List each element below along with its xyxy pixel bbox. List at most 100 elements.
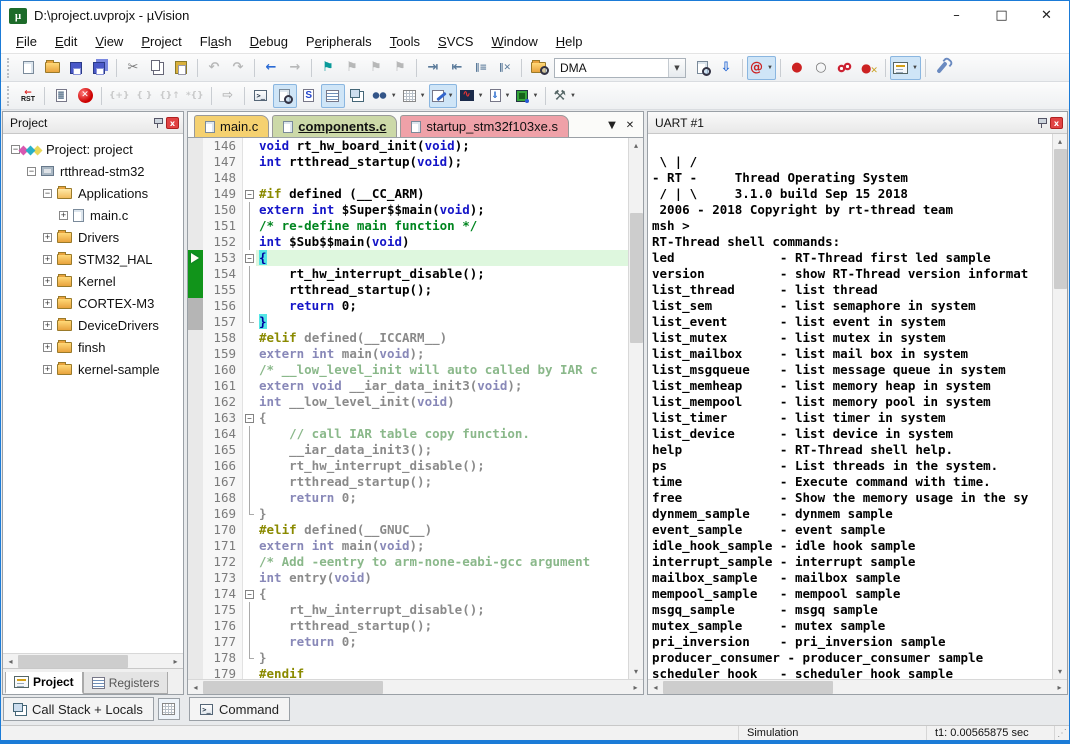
tree-item-drivers[interactable]: +Drivers xyxy=(3,226,183,248)
dropdown-caret-icon[interactable]: ▼ xyxy=(420,93,426,99)
insert-bookmark-button[interactable]: ⚑ xyxy=(316,56,340,80)
disable-all-breakpoints-button[interactable] xyxy=(833,56,857,80)
tree-item-devicedrivers[interactable]: +DeviceDrivers xyxy=(3,314,183,336)
tree-expander[interactable]: + xyxy=(43,365,52,374)
menu-edit[interactable]: Edit xyxy=(46,31,86,52)
tree-item-main-c[interactable]: +main.c xyxy=(3,204,183,226)
find-in-files-button[interactable] xyxy=(526,56,550,80)
reset-button[interactable]: RST xyxy=(16,84,40,108)
menu-view[interactable]: View xyxy=(86,31,132,52)
scroll-right-icon[interactable]: ▸ xyxy=(1052,680,1067,695)
enable-breakpoint-button[interactable]: ○ xyxy=(809,56,833,80)
combo-dropdown-icon[interactable]: ▼ xyxy=(668,59,685,77)
paste-button[interactable] xyxy=(169,56,193,80)
tree-expander[interactable]: + xyxy=(43,343,52,352)
menu-flash[interactable]: Flash xyxy=(191,31,241,52)
tree-item-project-project[interactable]: −Project: project xyxy=(3,138,183,160)
tab-project[interactable]: Project xyxy=(5,672,83,694)
menu-file[interactable]: File xyxy=(7,31,46,52)
fold-collapse-icon[interactable]: − xyxy=(245,190,254,199)
tree-expander[interactable]: + xyxy=(43,321,52,330)
project-windows-button[interactable]: ▼ xyxy=(890,56,921,80)
dropdown-caret-icon[interactable]: ▼ xyxy=(570,93,576,99)
scroll-right-icon[interactable]: ▸ xyxy=(168,654,183,669)
scroll-thumb[interactable] xyxy=(18,655,128,668)
command-window-button[interactable]: >_ xyxy=(249,84,273,108)
tab-list-dropdown-icon[interactable]: ▼ xyxy=(603,117,621,135)
memory-window-button[interactable] xyxy=(158,698,180,720)
editor-tab-components-c[interactable]: components.c xyxy=(272,115,397,137)
undo-button[interactable]: ↶ xyxy=(202,56,226,80)
next-bookmark-button[interactable]: ⚑ xyxy=(364,56,388,80)
editor-hscrollbar[interactable]: ◂ ▸ xyxy=(188,679,643,694)
save-all-button[interactable] xyxy=(88,56,112,80)
configure-button[interactable] xyxy=(930,56,954,80)
tree-item-stm32-hal[interactable]: +STM32_HAL xyxy=(3,248,183,270)
scroll-up-icon[interactable]: ▴ xyxy=(1053,134,1068,149)
resize-grip[interactable]: ⋰ xyxy=(1055,728,1069,739)
navigate-back-button[interactable]: ← xyxy=(259,56,283,80)
pin-icon[interactable] xyxy=(153,117,162,128)
uart-vscrollbar[interactable]: ▴ ▾ xyxy=(1052,134,1067,679)
toolbar-grip[interactable] xyxy=(7,58,12,78)
browse-info-button[interactable]: @▼ xyxy=(747,56,776,80)
project-hscrollbar[interactable]: ◂ ▸ xyxy=(3,653,183,668)
tree-item-applications[interactable]: −Applications xyxy=(3,182,183,204)
uart-console[interactable]: \ | /- RT - Thread Operating System / | … xyxy=(648,134,1052,679)
tree-item-rtthread-stm32[interactable]: −rtthread-stm32 xyxy=(3,160,183,182)
maximize-button[interactable]: □ xyxy=(979,1,1024,30)
menu-debug[interactable]: Debug xyxy=(241,31,297,52)
watch-window-button[interactable]: ▼ xyxy=(369,84,400,108)
toolbox-button[interactable]: ⚒▼ xyxy=(550,84,579,108)
open-file-button[interactable] xyxy=(40,56,64,80)
editor-tab-main-c[interactable]: main.c xyxy=(194,115,269,137)
clear-bookmarks-button[interactable]: ⚑ xyxy=(388,56,412,80)
dropdown-caret-icon[interactable]: ▼ xyxy=(912,65,918,71)
outdent-button[interactable]: ⇤ xyxy=(445,56,469,80)
tree-expander[interactable]: − xyxy=(11,145,20,154)
incremental-find-button[interactable]: ⇩ xyxy=(714,56,738,80)
editor-vscrollbar[interactable]: ▴ ▾ xyxy=(628,138,643,679)
uart-hscrollbar[interactable]: ◂ ▸ xyxy=(648,679,1067,694)
fold-collapse-icon[interactable]: − xyxy=(245,254,254,263)
dropdown-caret-icon[interactable]: ▼ xyxy=(448,93,454,99)
tree-item-kernel[interactable]: +Kernel xyxy=(3,270,183,292)
tree-expander[interactable]: + xyxy=(43,299,52,308)
registers-window-button[interactable] xyxy=(321,84,345,108)
search-combobox[interactable]: DMA▼ xyxy=(554,58,686,78)
menu-window[interactable]: Window xyxy=(482,31,546,52)
fold-margin[interactable]: − xyxy=(243,586,256,602)
dropdown-caret-icon[interactable]: ▼ xyxy=(391,93,397,99)
fold-collapse-icon[interactable]: − xyxy=(245,414,254,423)
indent-button[interactable]: ⇥ xyxy=(421,56,445,80)
trace-window-button[interactable]: ⇓▼ xyxy=(487,84,514,108)
tree-expander[interactable]: + xyxy=(43,277,52,286)
scroll-thumb[interactable] xyxy=(203,681,383,694)
copy-button[interactable] xyxy=(145,56,169,80)
scroll-down-icon[interactable]: ▾ xyxy=(1053,664,1068,679)
stop-button[interactable]: ✕ xyxy=(73,84,97,108)
show-next-statement-button[interactable]: ⇨ xyxy=(216,84,240,108)
close-file-icon[interactable]: ✕ xyxy=(621,117,639,135)
run-to-cursor-button[interactable]: *{} xyxy=(183,84,207,108)
tab-command[interactable]: >_ Command xyxy=(189,697,290,721)
tree-expander[interactable]: + xyxy=(43,255,52,264)
minimize-button[interactable]: – xyxy=(934,1,979,30)
toolbar-grip[interactable] xyxy=(7,86,12,106)
pin-icon[interactable] xyxy=(1037,117,1046,128)
scroll-right-icon[interactable]: ▸ xyxy=(628,680,643,695)
tree-expander[interactable]: + xyxy=(59,211,68,220)
dropdown-caret-icon[interactable]: ▼ xyxy=(478,93,484,99)
menu-help[interactable]: Help xyxy=(547,31,592,52)
disassembly-window-button[interactable] xyxy=(273,84,297,108)
menu-tools[interactable]: Tools xyxy=(381,31,429,52)
analysis-window-button[interactable]: ∿▼ xyxy=(457,84,487,108)
step-out-button[interactable]: {}↑ xyxy=(156,84,182,108)
prev-bookmark-button[interactable]: ⚑ xyxy=(340,56,364,80)
scroll-left-icon[interactable]: ◂ xyxy=(3,654,18,669)
symbol-window-button[interactable]: S xyxy=(297,84,321,108)
tree-expander[interactable]: − xyxy=(27,167,36,176)
tree-expander[interactable]: − xyxy=(43,189,52,198)
redo-button[interactable]: ↷ xyxy=(226,56,250,80)
dropdown-caret-icon[interactable]: ▼ xyxy=(505,93,511,99)
